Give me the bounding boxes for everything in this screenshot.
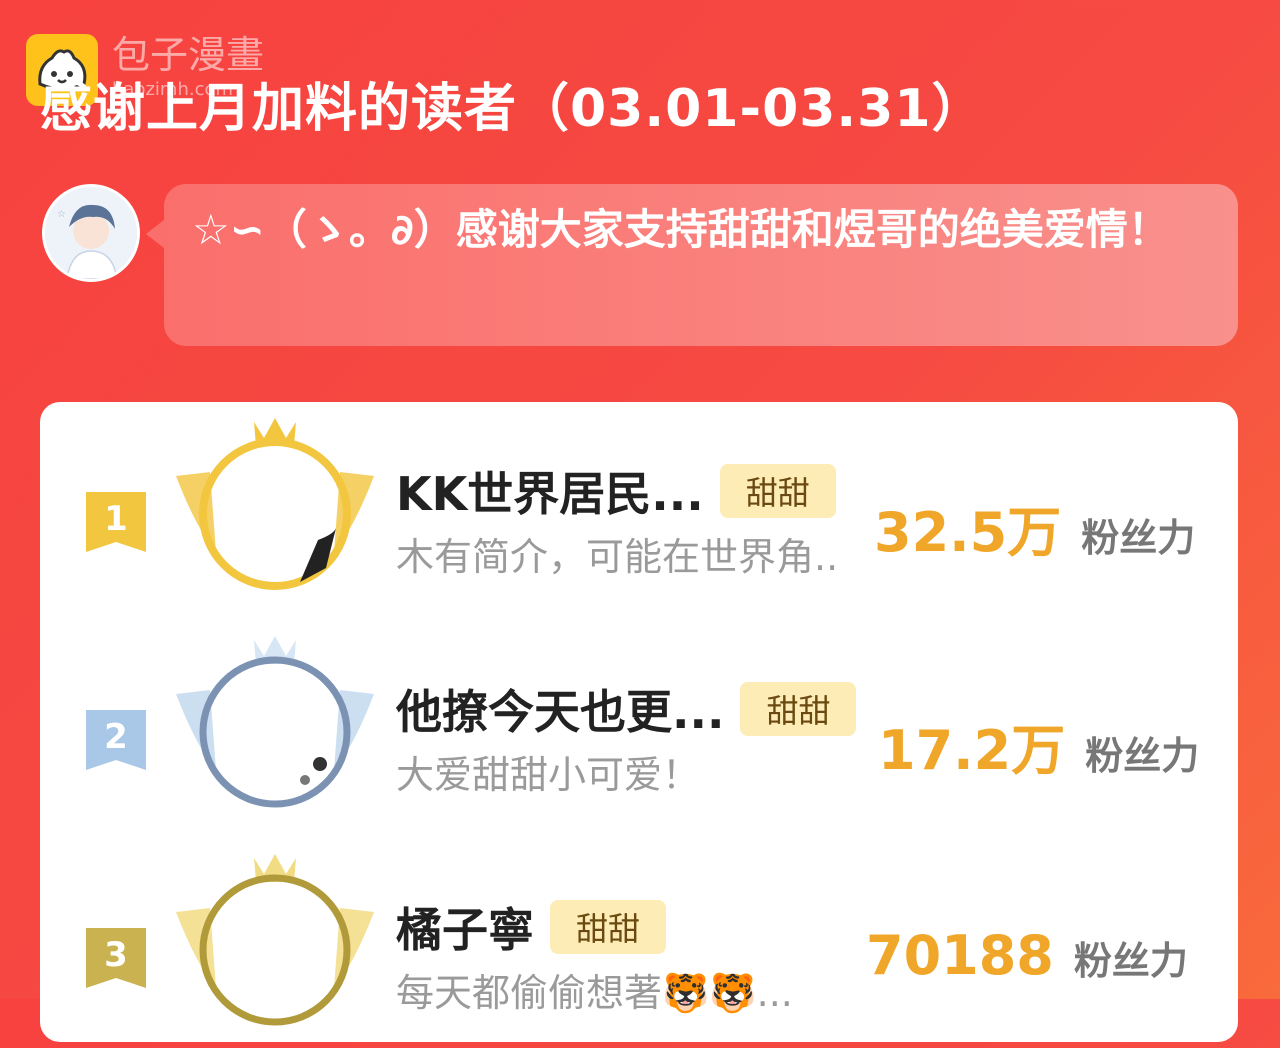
rank-2-flag-icon: 2	[86, 710, 146, 770]
fan-score: 17.2万	[878, 719, 1066, 782]
fan-name[interactable]: 他撩今天也更...	[396, 676, 724, 742]
rank-number: 2	[104, 717, 128, 757]
page-title: 感谢上月加料的读者（03.01-03.31）	[40, 79, 985, 139]
bronze-crown-frame-icon	[176, 854, 374, 1026]
rank-number: 3	[104, 935, 128, 975]
fan-score-unit: 粉丝力	[1081, 516, 1196, 560]
fan-badge: 甜甜	[550, 900, 667, 954]
fan-bio: 大爱甜甜小可爱！	[396, 753, 701, 797]
leaderboard-card: 1 KK世界居民... 甜甜 木有简介，可能在世界角.. 32.5万 粉丝力 2	[40, 402, 1238, 1042]
fan-bio: 木有简介，可能在世界角..	[396, 535, 839, 579]
gold-crown-frame-icon	[176, 418, 374, 590]
leaderboard-row[interactable]: 1 KK世界居民... 甜甜 木有简介，可能在世界角.. 32.5万 粉丝力	[40, 412, 1238, 612]
rank-1-flag-icon: 1	[86, 492, 146, 552]
silver-crown-frame-icon	[176, 636, 374, 808]
fan-bio: 每天都偷偷想著🐯🐯...	[396, 971, 793, 1015]
fan-badge: 甜甜	[740, 682, 857, 736]
fan-score-unit: 粉丝力	[1073, 939, 1188, 983]
author-message-text: ☆∽（ゝ。∂）感谢大家支持甜甜和煜哥的绝美爱情！	[192, 205, 1170, 254]
fan-badge: 甜甜	[719, 464, 836, 518]
svg-text:☆: ☆	[57, 209, 66, 220]
fan-score: 32.5万	[874, 501, 1062, 564]
rank-3-flag-icon: 3	[86, 928, 146, 988]
author-avatar[interactable]: ☆	[42, 184, 140, 282]
rank-number: 1	[104, 499, 128, 539]
fan-score: 70188	[866, 924, 1054, 987]
leaderboard-row[interactable]: 2 他撩今天也更... 甜甜 大爱甜甜小可爱！ 17.2万 粉丝力	[40, 630, 1238, 830]
fan-name[interactable]: 橘子寧	[396, 894, 534, 960]
fan-score-unit: 粉丝力	[1085, 734, 1200, 778]
leaderboard-row[interactable]: 3 橘子寧 甜甜 每天都偷偷想著🐯🐯... 70188 粉丝力	[40, 848, 1238, 1048]
fan-name[interactable]: KK世界居民...	[396, 458, 704, 524]
author-message-bubble: ☆∽（ゝ。∂）感谢大家支持甜甜和煜哥的绝美爱情！	[146, 184, 1238, 346]
